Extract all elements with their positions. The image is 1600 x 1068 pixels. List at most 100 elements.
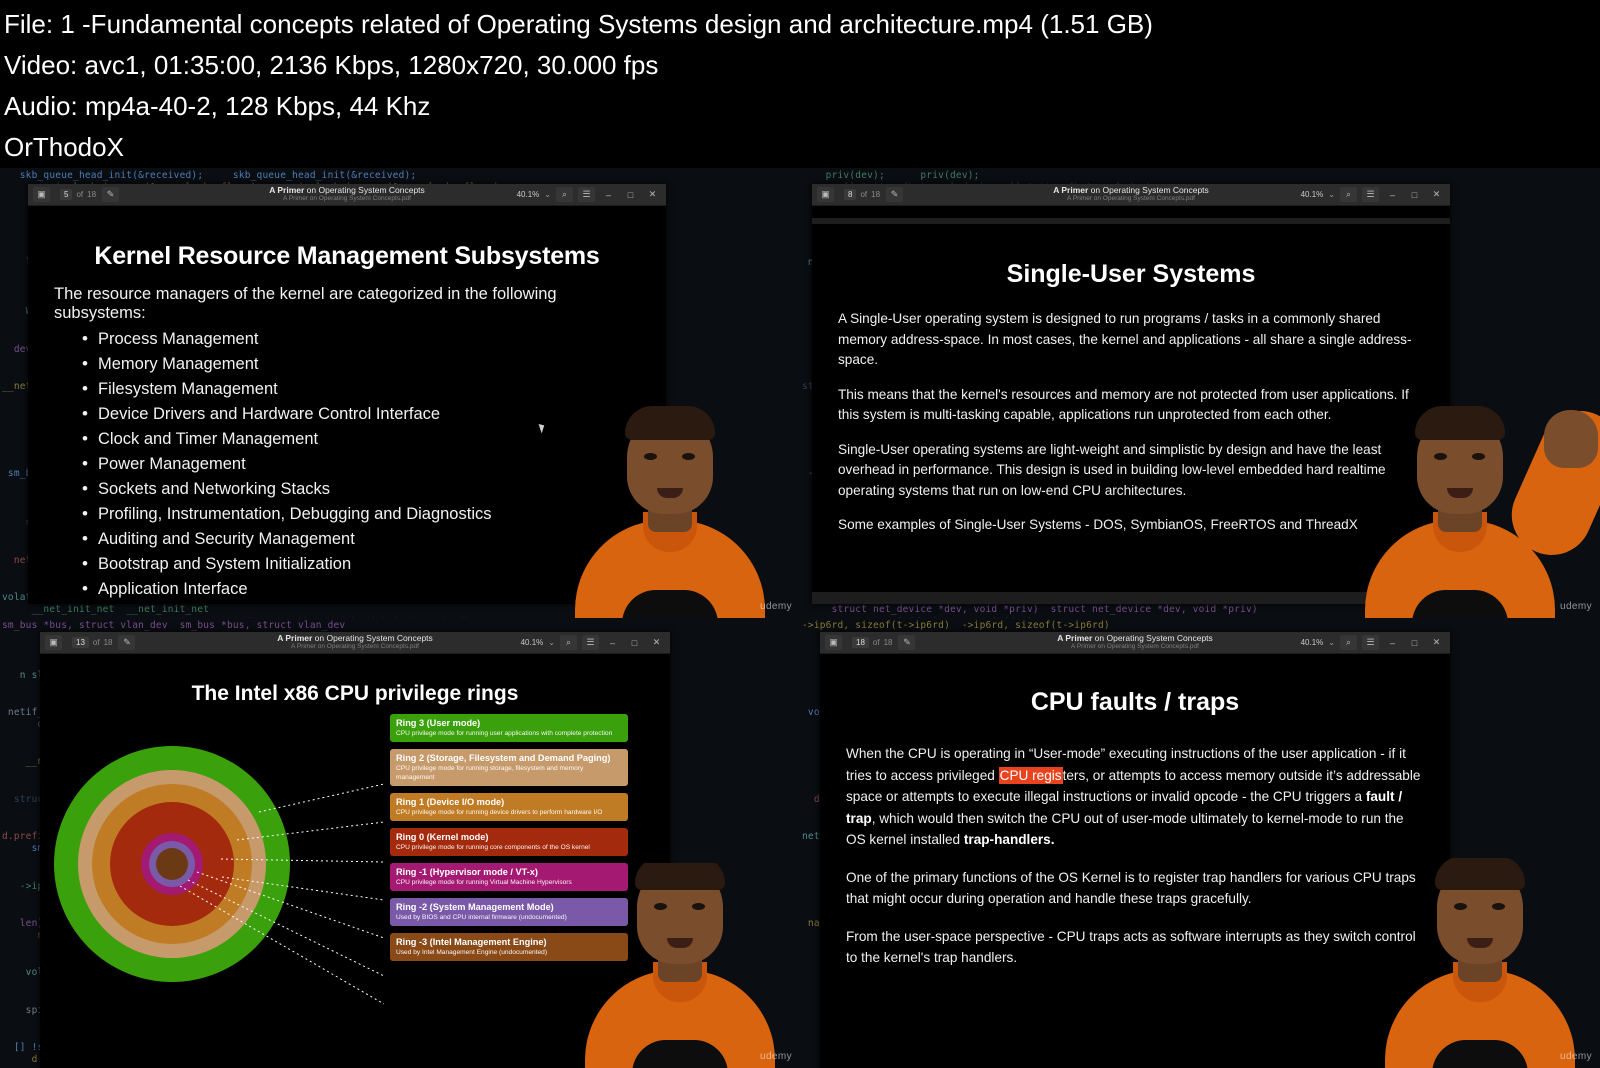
page-total: 18 — [87, 190, 97, 199]
pen-icon[interactable]: ✎ — [102, 187, 120, 202]
page-current[interactable]: 13 — [72, 637, 89, 648]
legend-title: Ring -3 (Intel Management Engine) — [396, 937, 547, 947]
file-info-header: File: 1 -Fundamental concepts related of… — [0, 0, 1600, 168]
chevron-down-icon[interactable]: ⌄ — [548, 638, 555, 647]
search-icon[interactable]: ⌕ — [560, 635, 577, 650]
minimize-icon[interactable]: – — [1384, 635, 1401, 650]
pdf-viewer-window: ▣ 5 of 18 ✎ A Primer on Operating System… — [28, 184, 666, 604]
legend-desc: CPU privilege mode for running storage, … — [396, 765, 584, 781]
zoom-level[interactable]: 40.1% — [1301, 638, 1324, 647]
legend-desc: CPU privilege mode for running Virtual M… — [396, 879, 572, 886]
pen-icon[interactable]: ✎ — [898, 635, 916, 650]
legend-item: Ring -1 (Hypervisor mode / VT-x) CPU pri… — [390, 863, 628, 891]
list-item: Profiling, Instrumentation, Debugging an… — [82, 501, 640, 527]
slide-title: Kernel Resource Management Subsystems — [94, 242, 600, 270]
text-selection-highlight[interactable]: CPU regis — [998, 766, 1063, 784]
pdf-page: Single-User Systems A Single-User operat… — [812, 224, 1450, 592]
chevron-down-icon[interactable]: ⌄ — [1328, 190, 1335, 199]
search-icon[interactable]: ⌕ — [556, 187, 573, 202]
video-info-line: Video: avc1, 01:35:00, 2136 Kbps, 1280x7… — [4, 50, 659, 80]
search-icon[interactable]: ⌕ — [1340, 187, 1357, 202]
zoom-level[interactable]: 40.1% — [517, 190, 540, 199]
video-frame-top-left: skb_queue_head_init(&received); skb_queu… — [0, 168, 800, 618]
close-icon[interactable]: ✕ — [648, 635, 665, 650]
slide-lead-text: The resource managers of the kernel are … — [54, 285, 557, 322]
minimize-icon[interactable]: – — [1384, 187, 1401, 202]
page-current[interactable]: 5 — [60, 189, 73, 200]
hamburger-menu-icon[interactable]: ☰ — [578, 187, 595, 202]
page-indicator[interactable]: 18 of 18 — [848, 637, 892, 648]
pen-icon[interactable]: ✎ — [886, 187, 904, 202]
slide-title: Single-User Systems — [1006, 260, 1256, 288]
page-current[interactable]: 18 — [852, 637, 869, 648]
chevron-down-icon[interactable]: ⌄ — [1328, 638, 1335, 647]
slide-content: CPU faults / traps When the CPU is opera… — [820, 654, 1450, 1068]
pdf-document-area[interactable]: Kernel Resource Management Subsystems Th… — [28, 206, 666, 604]
maximize-icon[interactable]: □ — [1406, 187, 1423, 202]
udemy-watermark: udemy — [759, 601, 792, 612]
list-item: Power Management — [82, 451, 640, 477]
minimize-icon[interactable]: – — [604, 635, 621, 650]
slide-paragraph: When the CPU is operating in “User-mode”… — [846, 743, 1424, 851]
pdf-document-area[interactable]: Single-User Systems A Single-User operat… — [812, 206, 1450, 604]
sidebar-toggle-icon[interactable]: ▣ — [817, 187, 834, 202]
maximize-icon[interactable]: □ — [1406, 635, 1423, 650]
search-icon[interactable]: ⌕ — [1340, 635, 1357, 650]
paragraph-segment: , which would then switch the CPU out of… — [846, 810, 1404, 848]
legend-item: Ring 2 (Storage, Filesystem and Demand P… — [390, 749, 628, 786]
slide-content: The Intel x86 CPU privilege rings Ring 3… — [40, 654, 670, 1068]
paragraph-bold: trap-handlers. — [963, 832, 1055, 847]
pdf-titlebar: ▣ 8 of 18 ✎ A Primer on Operating System… — [812, 184, 1450, 206]
document-title-rest: on Operating System Concepts — [312, 633, 433, 643]
legend-title: Ring 0 (Kernel mode) — [396, 832, 489, 842]
hamburger-menu-icon[interactable]: ☰ — [1362, 187, 1379, 202]
maximize-icon[interactable]: □ — [626, 635, 643, 650]
sidebar-toggle-icon[interactable]: ▣ — [825, 635, 842, 650]
legend-title: Ring -1 (Hypervisor mode / VT-x) — [396, 867, 538, 877]
page-indicator[interactable]: 5 of 18 — [56, 189, 96, 200]
pdf-document-area[interactable]: CPU faults / traps When the CPU is opera… — [820, 654, 1450, 1068]
slide-content: Single-User Systems A Single-User operat… — [812, 224, 1450, 592]
slide-paragraph: A Single-User operating system is design… — [838, 311, 1412, 367]
hamburger-menu-icon[interactable]: ☰ — [582, 635, 599, 650]
list-item: Memory Management — [82, 351, 640, 377]
pdf-document-area[interactable]: The Intel x86 CPU privilege rings Ring 3… — [40, 654, 670, 1068]
close-icon[interactable]: ✕ — [1428, 187, 1445, 202]
pen-icon[interactable]: ✎ — [118, 635, 136, 650]
close-icon[interactable]: ✕ — [644, 187, 661, 202]
sidebar-toggle-icon[interactable]: ▣ — [45, 635, 62, 650]
previous-page-edge — [812, 206, 1450, 218]
page-of-label: of — [76, 190, 84, 199]
list-item: Clock and Timer Management — [82, 426, 640, 452]
legend-item: Ring 0 (Kernel mode) CPU privilege mode … — [390, 828, 628, 856]
document-title-bold: A Primer — [277, 633, 313, 643]
pdf-titlebar: ▣ 5 of 18 ✎ A Primer on Operating System… — [28, 184, 666, 206]
document-title-bold: A Primer — [1057, 633, 1093, 643]
list-item: Sockets and Networking Stacks — [82, 476, 640, 502]
document-title-bold: A Primer — [1053, 185, 1089, 195]
sidebar-toggle-icon[interactable]: ▣ — [33, 187, 50, 202]
video-frame-bottom-left: sm_bus *bus, struct vlan_dev sm_bus *bus… — [0, 618, 800, 1068]
legend-title: Ring 3 (User mode) — [396, 718, 481, 728]
legend-desc: CPU privilege mode for running core comp… — [396, 844, 590, 851]
legend-title: Ring 1 (Device I/O mode) — [396, 797, 505, 807]
slide-paragraph: From the user-space perspective - CPU tr… — [846, 928, 1416, 966]
hamburger-menu-icon[interactable]: ☰ — [1362, 635, 1379, 650]
page-indicator[interactable]: 8 of 18 — [840, 189, 880, 200]
pdf-viewer-window: ▣ 18 of 18 ✎ A Primer on Operating Syste… — [820, 632, 1450, 1068]
page-current[interactable]: 8 — [844, 189, 857, 200]
maximize-icon[interactable]: □ — [622, 187, 639, 202]
minimize-icon[interactable]: – — [600, 187, 617, 202]
page-indicator[interactable]: 13 of 18 — [68, 637, 112, 648]
close-icon[interactable]: ✕ — [1428, 635, 1445, 650]
slide-title: The Intel x86 CPU privilege rings — [191, 682, 519, 705]
file-info-line: File: 1 -Fundamental concepts related of… — [4, 9, 1153, 39]
legend-desc: Used by Intel Management Engine (undocum… — [396, 949, 548, 956]
zoom-level[interactable]: 40.1% — [521, 638, 544, 647]
uploader-line: OrThodoX — [4, 132, 124, 162]
privilege-rings-diagram: Ring 3 (User mode) CPU privilege mode fo… — [54, 714, 656, 1014]
legend-title: Ring 2 (Storage, Filesystem and Demand P… — [396, 753, 611, 763]
chevron-down-icon[interactable]: ⌄ — [544, 190, 551, 199]
zoom-level[interactable]: 40.1% — [1301, 190, 1324, 199]
legend-item: Ring -2 (System Management Mode) Used by… — [390, 898, 628, 926]
